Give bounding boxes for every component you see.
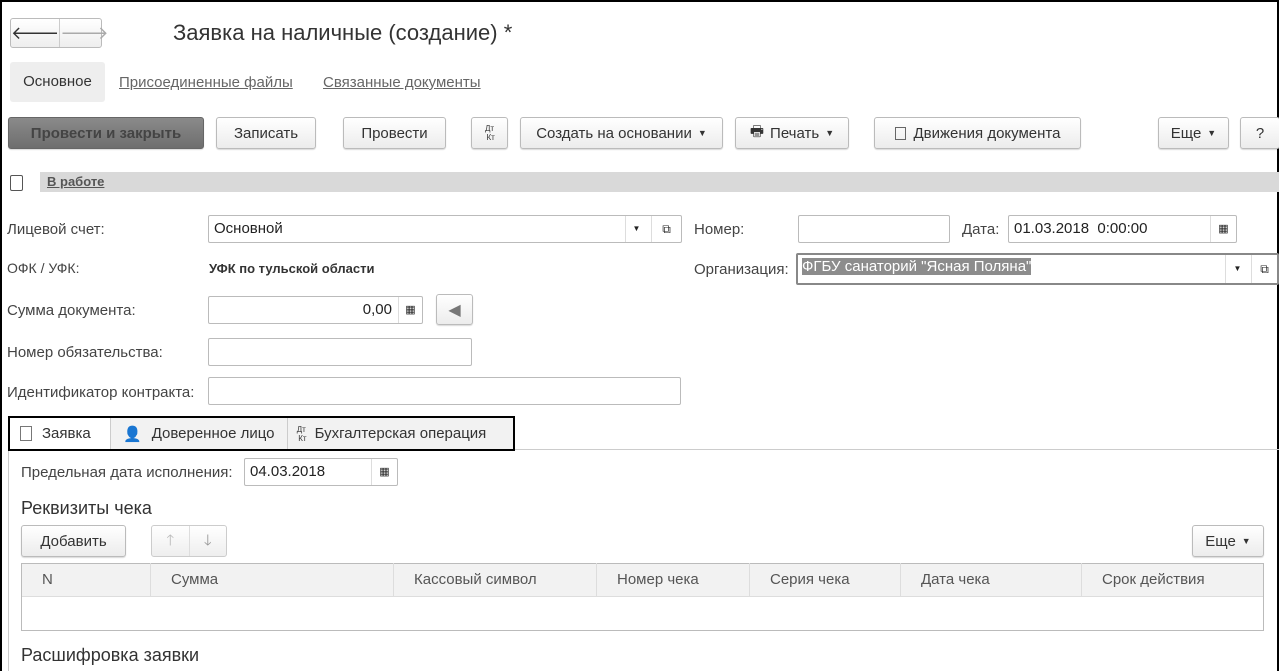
post-button[interactable]: Провести	[343, 117, 446, 149]
column-check-number[interactable]: Номер чека	[597, 563, 750, 597]
account-field[interactable]: Основной ▼ ⧉	[208, 215, 682, 243]
chevron-down-icon: ▼	[1207, 128, 1217, 138]
column-validity[interactable]: Срок действия	[1082, 563, 1263, 597]
tab-attached-files[interactable]: Присоединенные файлы	[119, 74, 293, 91]
back-button[interactable]: 🡐	[11, 19, 61, 47]
checks-title: Реквизиты чека	[21, 498, 152, 518]
tab-related-documents[interactable]: Связанные документы	[323, 74, 481, 91]
clipboard-check-icon	[10, 175, 23, 191]
forward-button[interactable]: 🡒	[60, 19, 108, 47]
move-down-button[interactable]: 🡓	[190, 526, 227, 556]
move-buttons: 🡑 🡓	[151, 525, 227, 557]
sum-label: Сумма документа:	[7, 302, 136, 319]
person-icon: 👤	[123, 425, 142, 443]
print-button[interactable]: 🖶 Печать ▼	[735, 117, 849, 149]
number-field[interactable]	[798, 215, 950, 243]
post-and-close-label: Провести и закрыть	[30, 124, 182, 142]
status-link[interactable]: В работе	[47, 174, 104, 189]
print-label: Печать	[770, 124, 820, 142]
chevron-down-icon: ▼	[825, 128, 835, 138]
save-label: Записать	[233, 124, 299, 142]
more-button[interactable]: Еще ▼	[1158, 117, 1229, 149]
table-more-button[interactable]: Еще ▼	[1192, 525, 1264, 557]
window-title: Заявка на наличные (создание) *	[173, 20, 513, 45]
dropdown-icon[interactable]: ▼	[1225, 255, 1249, 283]
document-movements-button[interactable]: Движения документа	[874, 117, 1081, 149]
breakdown-title: Расшифровка заявки	[21, 645, 200, 665]
open-icon[interactable]: ⧉	[651, 216, 681, 242]
more-label: Еще	[1170, 124, 1202, 142]
open-icon[interactable]: ⧉	[1251, 255, 1277, 283]
post-and-close-button[interactable]: Провести и закрыть	[8, 117, 204, 149]
ofk-value: УФК по тульской области	[209, 261, 375, 276]
column-check-date[interactable]: Дата чека	[901, 563, 1082, 597]
help-label: ?	[1255, 124, 1265, 142]
subtab-divider	[515, 449, 1279, 450]
sum-field[interactable]: 0,00 ▦	[208, 296, 423, 324]
tab-main-label: Основное	[23, 73, 92, 90]
subtab-trusted-person[interactable]: 👤 Доверенное лицо	[111, 418, 288, 449]
printer-icon: 🖶	[749, 122, 765, 140]
contract-label: Идентификатор контракта:	[7, 384, 195, 401]
calendar-icon[interactable]: ▦	[1210, 216, 1236, 242]
save-button[interactable]: Записать	[216, 117, 316, 149]
chevron-down-icon: ▼	[1241, 536, 1251, 546]
subtab-request[interactable]: Заявка	[10, 418, 111, 449]
tab-main[interactable]: Основное	[10, 62, 105, 102]
number-label: Номер:	[694, 221, 745, 238]
subtab-accounting-operation[interactable]: Дт Кт Бухгалтерская операция	[288, 418, 513, 449]
column-check-series[interactable]: Серия чека	[750, 563, 901, 597]
column-cash-symbol[interactable]: Кассовый символ	[394, 563, 597, 597]
column-sum[interactable]: Сумма	[151, 563, 394, 597]
dt-kt-icon: Дт Кт	[296, 424, 307, 443]
deadline-label: Предельная дата исполнения:	[21, 464, 233, 481]
move-up-button[interactable]: 🡑	[152, 526, 190, 556]
date-field[interactable]: 01.03.2018 0:00:00 ▦	[1008, 215, 1237, 243]
arrow-left-icon: ◀	[448, 301, 461, 319]
account-label: Лицевой счет:	[7, 221, 105, 238]
dt-kt-button[interactable]: Дт Кт	[471, 117, 508, 149]
post-label: Провести	[361, 124, 428, 142]
add-label: Добавить	[40, 532, 107, 550]
column-n[interactable]: N	[22, 563, 151, 597]
fill-sum-button[interactable]: ◀	[436, 294, 473, 325]
obligation-field[interactable]	[208, 338, 472, 366]
deadline-field[interactable]: 04.03.2018 ▦	[244, 458, 398, 486]
organization-label: Организация:	[694, 261, 789, 278]
ofk-label: ОФК / УФК:	[7, 260, 80, 276]
help-button[interactable]: ?	[1240, 117, 1279, 149]
add-button[interactable]: Добавить	[21, 525, 126, 557]
panel-left-border	[8, 451, 9, 671]
date-label: Дата:	[962, 221, 1000, 238]
subtabs: Заявка 👤 Доверенное лицо Дт Кт Бухгалтерск…	[8, 416, 515, 451]
movements-label: Движения документа	[913, 124, 1061, 142]
dt-kt-icon: Дт Кт	[484, 124, 495, 142]
chevron-down-icon: ▼	[697, 128, 707, 138]
table-more-label: Еще	[1205, 532, 1236, 550]
contract-field[interactable]	[208, 377, 681, 405]
obligation-label: Номер обязательства:	[7, 344, 163, 361]
status-bar	[40, 172, 1279, 192]
organization-field[interactable]: ФГБУ санаторий "Ясная Поляна" ▼ ⧉	[796, 253, 1279, 285]
calculator-icon[interactable]: ▦	[398, 297, 422, 323]
report-icon	[894, 126, 906, 140]
calendar-icon[interactable]: ▦	[371, 459, 397, 485]
document-icon	[20, 426, 32, 441]
dropdown-icon[interactable]: ▼	[625, 216, 647, 242]
create-based-on-button[interactable]: Создать на основании ▼	[520, 117, 723, 149]
create-based-label: Создать на основании	[536, 124, 692, 142]
nav-buttons: 🡐 🡒	[10, 18, 109, 48]
